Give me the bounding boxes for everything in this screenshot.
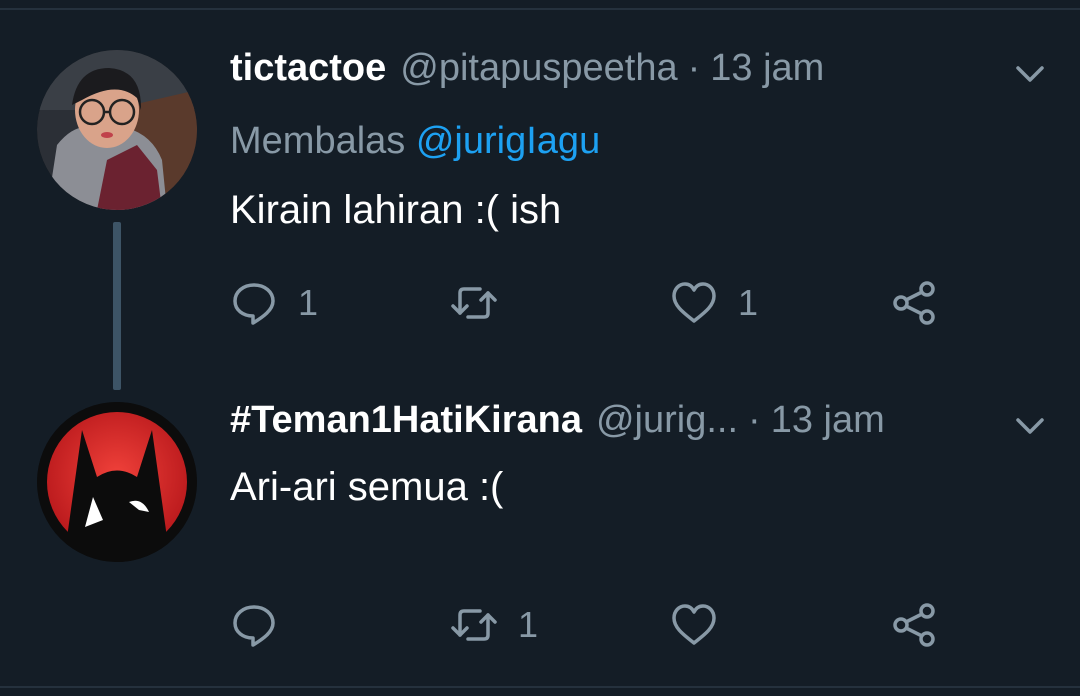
display-name[interactable]: #Teman1HatiKirana <box>230 397 582 443</box>
user-handle[interactable]: @jurig... <box>596 397 738 443</box>
heart-icon <box>672 604 716 645</box>
share-icon <box>893 603 935 647</box>
tweet-header: #Teman1HatiKirana @jurig... · 13 jam <box>230 397 885 443</box>
reply-icon <box>233 605 275 647</box>
top-divider <box>0 8 1080 10</box>
replying-to: Membalas @jurigIagu <box>230 118 600 164</box>
retweet-count: 1 <box>518 604 539 645</box>
retweet-icon <box>451 609 497 641</box>
chevron-down-icon[interactable] <box>1012 408 1048 444</box>
tweet-header: tictactoe @pitapuspeetha · 13 jam <box>230 45 824 91</box>
like-button[interactable]: 1 <box>670 275 758 331</box>
share-button[interactable] <box>890 597 938 653</box>
avatar[interactable] <box>37 50 197 210</box>
replying-to-label: Membalas <box>230 120 406 162</box>
user-handle[interactable]: @pitapuspeetha <box>400 45 677 91</box>
reply-button[interactable] <box>230 597 298 653</box>
display-name[interactable]: tictactoe <box>230 45 386 91</box>
user-photo-avatar-icon <box>37 50 197 210</box>
tweet-text: Ari-ari semua :( <box>230 465 504 509</box>
separator-dot: · <box>687 47 701 89</box>
avatar[interactable] <box>37 402 197 562</box>
thread-connector-line <box>113 222 121 390</box>
heart-icon <box>672 282 716 323</box>
reply-icon <box>233 283 275 325</box>
like-count: 1 <box>738 282 759 323</box>
tweet-text: Kirain lahiran :( ish <box>230 188 562 232</box>
timestamp[interactable]: 13 jam <box>771 397 885 443</box>
reply-button[interactable]: 1 <box>230 275 318 331</box>
timestamp[interactable]: 13 jam <box>710 45 824 91</box>
chevron-down-icon[interactable] <box>1012 56 1048 92</box>
separator-dot: · <box>748 399 761 441</box>
retweet-button[interactable] <box>450 275 518 331</box>
share-button[interactable] <box>890 275 938 331</box>
reply-count: 1 <box>298 282 319 323</box>
share-icon <box>893 281 935 325</box>
retweet-icon <box>451 287 497 319</box>
bottom-divider <box>0 686 1080 688</box>
like-button[interactable] <box>670 597 738 653</box>
retweet-button[interactable]: 1 <box>450 597 538 653</box>
batman-logo-avatar-icon <box>37 402 197 562</box>
reply-mention-link[interactable]: @jurigIagu <box>416 120 600 162</box>
